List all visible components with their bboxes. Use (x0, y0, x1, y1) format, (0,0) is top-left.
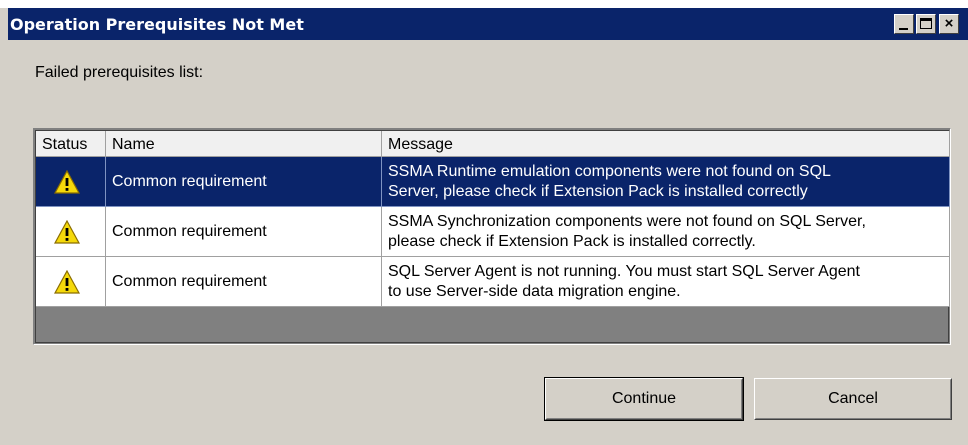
cancel-button[interactable]: Cancel (754, 378, 952, 420)
message-line: SSMA Runtime emulation components were n… (388, 163, 831, 180)
maximize-icon (920, 18, 932, 29)
window-title: Operation Prerequisites Not Met (10, 15, 304, 34)
warning-icon (54, 270, 80, 294)
prerequisites-grid[interactable]: Status Name Message Common requirement S… (33, 128, 951, 345)
message-cell: SSMA Runtime emulation components were n… (382, 157, 950, 207)
status-cell (36, 207, 106, 257)
minimize-button[interactable] (894, 14, 914, 34)
dialog-window: Operation Prerequisites Not Met × Failed… (0, 0, 968, 445)
status-cell (36, 157, 106, 207)
message-line: to use Server-side data migration engine… (388, 283, 681, 300)
message-cell: SSMA Synchronization components were not… (382, 207, 950, 257)
column-header-status[interactable]: Status (36, 131, 106, 157)
table-row[interactable]: Common requirement SSMA Runtime emulatio… (36, 157, 950, 207)
grid-header: Status Name Message (36, 131, 950, 157)
message-cell: SQL Server Agent is not running. You mus… (382, 257, 950, 307)
left-edge (0, 40, 8, 445)
close-icon: × (944, 15, 954, 32)
background-strip (0, 0, 968, 8)
minimize-icon (899, 28, 908, 30)
column-header-message[interactable]: Message (382, 131, 950, 157)
title-bar[interactable]: Operation Prerequisites Not Met × (8, 8, 968, 40)
column-header-name[interactable]: Name (106, 131, 382, 157)
continue-button[interactable]: Continue (544, 377, 744, 421)
warning-icon (54, 220, 80, 244)
name-cell: Common requirement (106, 207, 382, 257)
name-cell: Common requirement (106, 157, 382, 207)
name-cell: Common requirement (106, 257, 382, 307)
grid-body: Status Name Message Common requirement S… (35, 130, 950, 343)
table-row[interactable]: Common requirement SSMA Synchronization … (36, 207, 950, 257)
message-line: Server, please check if Extension Pack i… (388, 183, 808, 200)
message-line: SSMA Synchronization components were not… (388, 213, 866, 230)
maximize-button[interactable] (916, 14, 936, 34)
failed-prerequisites-label: Failed prerequisites list: (35, 64, 204, 81)
table-row[interactable]: Common requirement SQL Server Agent is n… (36, 257, 950, 307)
status-cell (36, 257, 106, 307)
close-button[interactable]: × (939, 14, 959, 34)
message-line: please check if Extension Pack is instal… (388, 233, 756, 250)
message-line: SQL Server Agent is not running. You mus… (388, 263, 860, 280)
warning-icon (54, 170, 80, 194)
